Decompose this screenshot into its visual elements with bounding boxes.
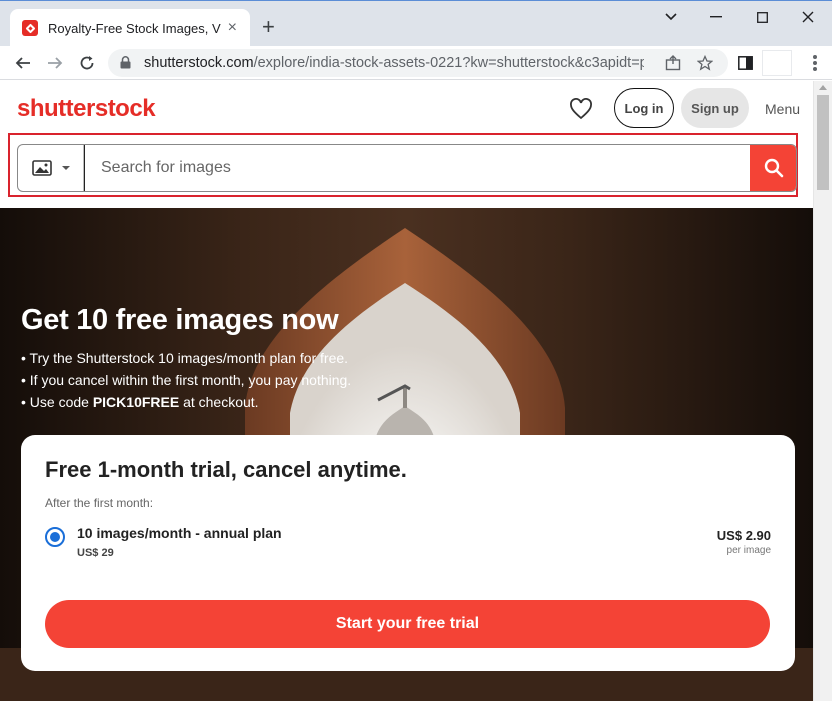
browser-toolbar: shutterstock.com/explore/india-stock-ass… <box>0 46 832 80</box>
plan-total: US$ 29 <box>77 547 114 559</box>
hero-bullets: • Try the Shutterstock 10 images/month p… <box>21 347 351 413</box>
heart-icon[interactable] <box>569 98 593 120</box>
share-icon[interactable] <box>664 54 682 72</box>
address-bar[interactable]: shutterstock.com/explore/india-stock-ass… <box>108 49 728 77</box>
back-arrow-icon[interactable] <box>12 52 34 74</box>
maximize-icon[interactable] <box>750 7 774 27</box>
offer-title: Free 1-month trial, cancel anytime. <box>45 457 407 482</box>
hero-banner: Get 10 free images now • Try the Shutter… <box>0 208 813 701</box>
lock-icon[interactable] <box>120 56 131 74</box>
plan-radio-button[interactable] <box>45 527 65 547</box>
signup-button[interactable]: Sign up <box>681 88 749 128</box>
login-button[interactable]: Log in <box>614 88 674 128</box>
scroll-up-arrow-icon[interactable] <box>819 85 827 90</box>
hero-title: Get 10 free images now <box>21 304 339 336</box>
tab-search-chevron-icon[interactable] <box>659 7 683 27</box>
media-type-dropdown[interactable] <box>18 145 84 191</box>
offer-card: Free 1-month trial, cancel anytime. Afte… <box>21 435 795 671</box>
menu-link[interactable]: Menu <box>765 101 800 117</box>
scroll-thumb[interactable] <box>817 95 829 190</box>
start-free-trial-button[interactable]: Start your free trial <box>45 600 770 648</box>
shutterstock-favicon-icon <box>22 20 38 36</box>
profile-avatar[interactable] <box>762 50 792 76</box>
bullet-item: • Try the Shutterstock 10 images/month p… <box>21 350 349 366</box>
close-window-icon[interactable] <box>796 7 820 27</box>
new-tab-icon[interactable]: + <box>262 16 275 38</box>
side-panel-icon[interactable] <box>734 52 756 74</box>
plan-unit: per image <box>726 545 771 556</box>
url-path: /explore/india-stock-assets-0221?kw=shut… <box>253 55 644 71</box>
bullet-item: • Use code PICK10FREE at checkout. <box>21 394 259 410</box>
url-text[interactable]: shutterstock.com/explore/india-stock-ass… <box>144 55 644 71</box>
page-scrollbar[interactable] <box>813 81 832 701</box>
image-icon <box>32 160 52 176</box>
browser-tab[interactable]: Royalty-Free Stock Images, Vide × <box>10 9 250 47</box>
tab-title: Royalty-Free Stock Images, Vide <box>48 20 221 36</box>
search-bar <box>17 144 797 192</box>
offer-subtitle: After the first month: <box>45 496 154 510</box>
tab-close-icon[interactable]: × <box>225 20 240 36</box>
promo-code: PICK10FREE <box>92 394 180 410</box>
chevron-down-icon <box>62 166 70 170</box>
page-content: shutterstock Log in Sign up Menu Search … <box>0 81 813 701</box>
shutterstock-logo[interactable]: shutterstock <box>17 95 156 123</box>
bullet-item: • If you cancel within the first month, … <box>21 372 352 388</box>
minimize-icon[interactable] <box>704 7 728 27</box>
reload-icon[interactable] <box>76 52 98 74</box>
search-button[interactable] <box>750 145 796 191</box>
bookmark-star-icon[interactable] <box>696 54 714 72</box>
plan-name[interactable]: 10 images/month - annual plan <box>77 525 282 541</box>
plan-price: US$ 2.90 <box>716 528 771 543</box>
browser-menu-icon[interactable] <box>806 54 824 72</box>
search-icon <box>764 158 783 178</box>
browser-tab-strip: Royalty-Free Stock Images, Vide × + <box>0 0 832 47</box>
search-input[interactable] <box>84 145 750 191</box>
forward-arrow-icon[interactable] <box>44 52 66 74</box>
